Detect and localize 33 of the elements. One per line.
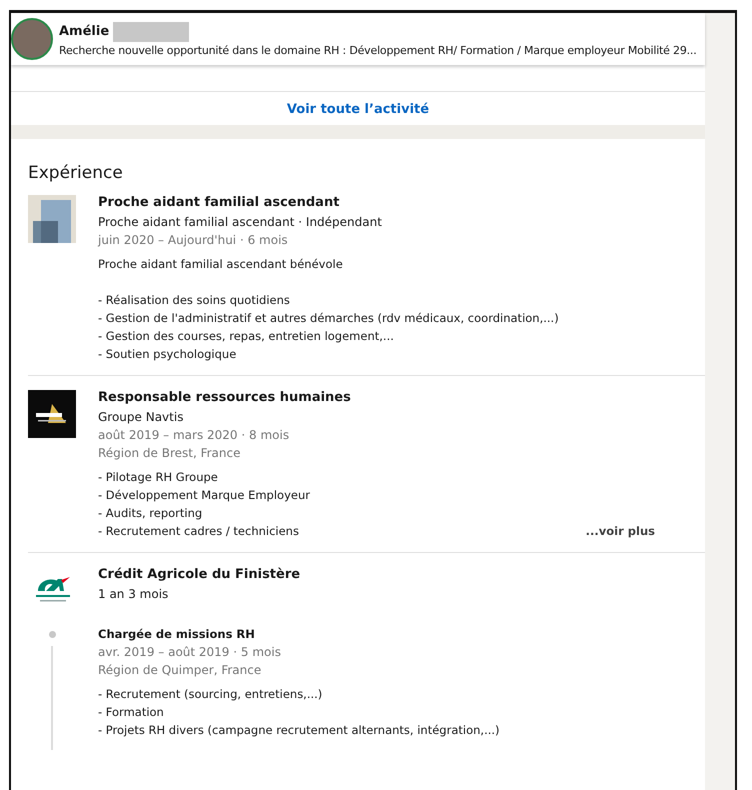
company-name: Crédit Agricole du Finistère — [98, 567, 302, 582]
placeholder-logo-icon — [28, 195, 76, 243]
description-line: - Gestion des courses, repas, entretien logement,... — [98, 328, 394, 345]
description-line: - Gestion de l'administratif et autres démarches (rdv médicaux, coordination,...) — [98, 310, 559, 327]
see-all-activity-link[interactable]: Voir toute l’activité — [286, 102, 430, 117]
job-title: Chargée de missions RH — [98, 627, 256, 641]
description-line: - Pilotage RH Groupe — [98, 469, 218, 486]
company-name: Proche aidant familial ascendant · Indépendant — [98, 214, 383, 231]
timeline-dot — [48, 631, 56, 638]
avatar — [11, 18, 53, 60]
job-dates: août 2019 – mars 2020 · 8 mois — [98, 427, 290, 444]
description-line: - Recrutement cadres / techniciens — [98, 523, 299, 540]
description-line: - Soutien psychologique — [98, 346, 236, 363]
job-location: Région de Brest, France — [98, 445, 242, 462]
job-title: Responsable ressources humaines — [98, 390, 352, 405]
job-dates: juin 2020 – Aujourd'hui · 6 mois — [98, 232, 289, 249]
total-duration: 1 an 3 mois — [98, 586, 170, 603]
job-dates: avr. 2019 – août 2019 · 5 mois — [98, 644, 282, 661]
description-line: - Réalisation des soins quotidiens — [98, 292, 290, 309]
company-logo-icon — [28, 390, 76, 438]
profile-name: Amélie — [59, 24, 110, 39]
description-line: - Formation — [98, 704, 164, 721]
see-more-link[interactable]: ...voir plus — [586, 522, 655, 540]
job-location: Région de Quimper, France — [98, 662, 262, 679]
job-summary: Proche aidant familial ascendant bénévole — [98, 256, 344, 273]
section-title: Expérience — [28, 163, 124, 183]
company-name: Groupe Navtis — [98, 409, 184, 426]
description-line: - Projets RH divers (campagne recrutement alternants, intégration,...) — [98, 722, 500, 739]
profile-headline: Recherche nouvelle opportunité dans le domaine RH : Développement RH/ Formation / Marque employeur Mobilité 29... — [59, 44, 697, 56]
job-title: Proche aidant familial ascendant — [98, 195, 340, 210]
description-line: - Développement Marque Employeur — [98, 487, 310, 504]
description-line: - Audits, reporting — [98, 505, 202, 522]
description-line: - Recrutement (sourcing, entretiens,...) — [98, 686, 322, 703]
